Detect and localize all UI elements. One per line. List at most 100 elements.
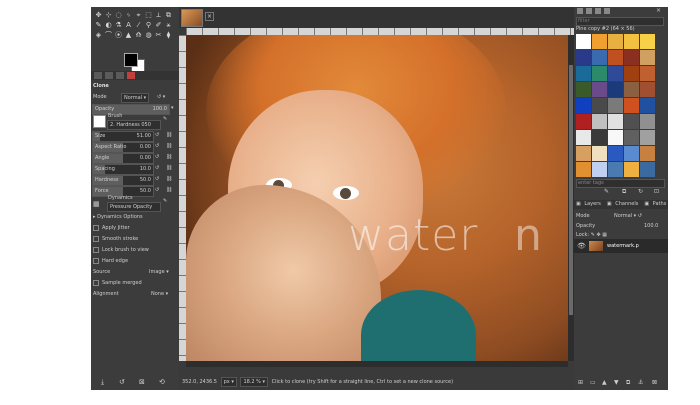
smooth-stroke-row[interactable]: Smooth stroke	[91, 234, 179, 245]
force-reset-icon[interactable]: ↺	[155, 185, 159, 196]
visibility-eye-icon[interactable]: 👁	[577, 242, 586, 250]
pattern-swatch[interactable]	[592, 114, 607, 129]
pattern-swatch[interactable]	[592, 66, 607, 81]
images-tab[interactable]	[127, 72, 135, 79]
path-tool-icon[interactable]: ⁄	[134, 21, 143, 30]
pattern-swatch[interactable]	[624, 146, 639, 161]
pattern-swatch[interactable]	[624, 98, 639, 113]
pattern-swatch[interactable]	[640, 114, 655, 129]
pattern-swatch[interactable]	[576, 146, 591, 161]
reset-mode-icon[interactable]: ↺ ▾	[157, 92, 165, 103]
tool-options-tab[interactable]	[94, 72, 102, 79]
sample-merged-row[interactable]: Sample merged	[91, 278, 179, 289]
pattern-swatch[interactable]	[576, 50, 591, 65]
paintbrush-tool-icon[interactable]: ✐	[154, 21, 163, 30]
pattern-swatch[interactable]	[608, 34, 623, 49]
move-tool-icon[interactable]: ✥	[94, 11, 103, 20]
pattern-swatch[interactable]	[608, 130, 623, 145]
pattern-swatch[interactable]	[592, 34, 607, 49]
free-select-tool-icon[interactable]: ◌	[114, 11, 123, 20]
undo-history-tab[interactable]	[116, 72, 124, 79]
restore-preset-icon[interactable]: ↺	[119, 378, 125, 386]
edit-dynamics-icon[interactable]: ✎	[163, 196, 167, 207]
new-layer-icon[interactable]: ⊞	[578, 379, 583, 386]
lower-layer-icon[interactable]: ▼	[614, 379, 619, 386]
edit-brush-icon[interactable]: ✎	[163, 114, 167, 125]
pattern-swatch[interactable]	[608, 162, 623, 177]
measure-tool-icon[interactable]: ⟂	[154, 11, 163, 20]
layer-row[interactable]: 👁 watermark.p	[574, 239, 668, 253]
pattern-swatch[interactable]	[608, 98, 623, 113]
lock-position-icon[interactable]: ✥	[596, 232, 600, 238]
patterns-tab-icon[interactable]	[586, 8, 592, 14]
pencil-tool-icon[interactable]: ✎	[94, 21, 103, 30]
apply-jitter-row[interactable]: Apply Jitter	[91, 223, 179, 234]
save-preset-icon[interactable]: ⤓	[101, 378, 104, 387]
pattern-swatch[interactable]	[576, 162, 591, 177]
edit-pattern-icon[interactable]: ✎	[604, 188, 609, 195]
align-tool-icon[interactable]: ⊹	[104, 11, 113, 20]
zoom-tool-icon[interactable]: ⚲	[144, 21, 153, 30]
hard-edge-row[interactable]: Hard edge	[91, 256, 179, 267]
pattern-swatch[interactable]	[576, 82, 591, 97]
apply-jitter-checkbox[interactable]	[93, 224, 99, 231]
blend-tool-icon[interactable]: ◈	[94, 31, 103, 40]
close-icon[interactable]: ×	[205, 12, 214, 21]
pattern-swatch[interactable]	[624, 130, 639, 145]
color-picker-tool-icon[interactable]: ⧫	[164, 31, 173, 40]
pattern-swatch[interactable]	[624, 114, 639, 129]
pattern-swatch[interactable]	[624, 34, 639, 49]
ink-tool-icon[interactable]: ◍	[144, 31, 153, 40]
dynamics-icon[interactable]: ▦	[93, 199, 100, 210]
smudge-tool-icon[interactable]: ⌒	[104, 31, 113, 40]
rect-select-tool-icon[interactable]: ⬚	[144, 11, 153, 20]
pattern-swatch[interactable]	[608, 146, 623, 161]
warp-tool-icon[interactable]: ⚗	[114, 21, 123, 30]
bucket-tool-icon[interactable]: ▲	[124, 31, 133, 40]
pattern-swatch[interactable]	[576, 114, 591, 129]
pattern-swatch[interactable]	[608, 66, 623, 81]
horizontal-scrollbar[interactable]	[186, 361, 568, 367]
refresh-patterns-icon[interactable]: ↻	[638, 188, 643, 195]
pattern-swatch[interactable]	[640, 130, 655, 145]
pattern-swatch[interactable]	[592, 162, 607, 177]
tags-input[interactable]: enter tags	[576, 179, 665, 188]
layer-opacity-row[interactable]: Opacity 100.0	[576, 223, 666, 229]
pattern-menu-icon[interactable]: ⊡	[654, 188, 659, 195]
unit-dropdown[interactable]: px ▾	[220, 376, 237, 387]
brush-preview[interactable]	[93, 115, 106, 128]
pattern-swatch[interactable]	[592, 50, 607, 65]
dodge-tool-icon[interactable]: ◐	[104, 21, 113, 30]
delete-layer-icon[interactable]: ⊠	[652, 379, 657, 386]
pattern-swatch[interactable]	[608, 114, 623, 129]
duplicate-layer-icon[interactable]: ⧉	[626, 379, 630, 387]
pattern-swatch[interactable]	[592, 130, 607, 145]
pattern-swatch[interactable]	[608, 82, 623, 97]
pattern-grid[interactable]	[576, 34, 658, 178]
scissors-tool-icon[interactable]: ✂	[154, 31, 163, 40]
dock-close-icon[interactable]: ×	[656, 8, 662, 14]
pattern-swatch[interactable]	[576, 34, 591, 49]
lock-brush-row[interactable]: Lock brush to view	[91, 245, 179, 256]
pattern-swatch[interactable]	[640, 34, 655, 49]
pattern-swatch[interactable]	[576, 66, 591, 81]
brushes-tab-icon[interactable]	[577, 8, 583, 14]
pattern-swatch[interactable]	[592, 98, 607, 113]
gradients-tab-icon[interactable]	[604, 8, 610, 14]
foreground-color[interactable]	[124, 53, 138, 67]
pattern-swatch[interactable]	[640, 98, 655, 113]
canvas-image[interactable]: water n	[186, 35, 568, 361]
force-link-icon[interactable]: ⛓	[166, 185, 172, 196]
size-reset-icon[interactable]: ↺	[155, 130, 159, 141]
pattern-swatch[interactable]	[592, 82, 607, 97]
delete-preset-icon[interactable]: ⊠	[139, 378, 145, 386]
pattern-swatch[interactable]	[624, 66, 639, 81]
spacing-link-icon[interactable]: ⛓	[166, 163, 172, 174]
anchor-layer-icon[interactable]: ⚓	[638, 379, 643, 386]
source-dropdown[interactable]: Image ▾	[149, 267, 169, 278]
pattern-swatch[interactable]	[624, 162, 639, 177]
duplicate-pattern-icon[interactable]: ⧉	[622, 188, 626, 196]
dynamics-field[interactable]: Pressure Opacity	[107, 202, 161, 212]
pattern-swatch[interactable]	[640, 162, 655, 177]
airbrush-tool-icon[interactable]: ⦿	[114, 31, 123, 40]
